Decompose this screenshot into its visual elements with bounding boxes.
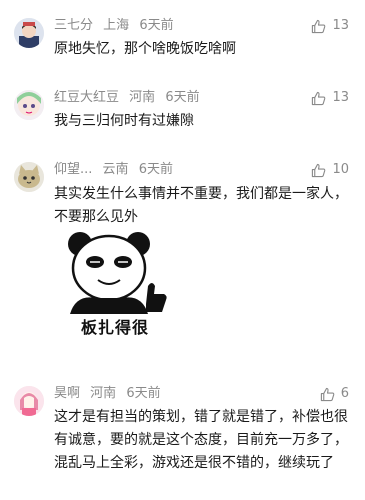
avatar-anime-girl-icon[interactable] <box>14 90 44 120</box>
like-button[interactable]: 13 <box>311 89 349 107</box>
comment-text: 我与三归何时有过嫌隙 <box>54 113 194 129</box>
comment-meta: 三七分 上海 6天前 <box>54 17 174 35</box>
comment-meta: 昊啊 河南 6天前 <box>54 385 161 403</box>
location: 河南 <box>90 386 117 401</box>
comment-meta: 仰望... 云南 6天前 <box>54 161 173 179</box>
comment-text: 其实发生什么事情并不重要，我们都是一家人，不要那么见外 <box>54 186 348 225</box>
avatar-cat-icon[interactable] <box>14 162 44 192</box>
comment-meta: 红豆大红豆 河南 6天前 <box>54 89 200 107</box>
thumbs-up-icon <box>312 19 326 33</box>
like-count: 10 <box>332 162 349 177</box>
timestamp: 6天前 <box>126 386 161 401</box>
location: 河南 <box>129 90 156 105</box>
timestamp: 6天前 <box>139 18 174 33</box>
timestamp: 6天前 <box>138 162 173 177</box>
thumbs-up-icon <box>312 91 326 105</box>
panda-meme-sticker[interactable]: 板扎得很 <box>56 228 174 346</box>
username[interactable]: 仰望... <box>54 162 92 177</box>
username[interactable]: 三七分 <box>54 18 93 33</box>
avatar-pink-girl-icon[interactable] <box>14 386 44 416</box>
like-button[interactable]: 13 <box>311 17 349 35</box>
avatar-boy-icon[interactable] <box>14 18 44 48</box>
location: 上海 <box>103 18 130 33</box>
thumbs-up-icon <box>312 163 326 177</box>
comment-text: 这才是有担当的策划，错了就是错了，补偿也很有诚意，要的就是这个态度，目前充一万多… <box>54 409 348 471</box>
like-button[interactable]: 6 <box>320 385 349 403</box>
like-count: 6 <box>340 386 349 401</box>
thumbs-up-icon <box>320 387 335 401</box>
sticker-caption: 板扎得很 <box>80 318 149 337</box>
like-count: 13 <box>332 90 349 105</box>
panda-face-icon <box>68 232 167 314</box>
timestamp: 6天前 <box>165 90 200 105</box>
comment-text: 原地失忆，那个啥晚饭吃啥啊 <box>54 41 236 57</box>
location: 云南 <box>102 162 129 177</box>
like-button[interactable]: 10 <box>311 161 349 179</box>
username[interactable]: 昊啊 <box>54 386 80 401</box>
like-count: 13 <box>332 18 349 33</box>
username[interactable]: 红豆大红豆 <box>54 90 119 105</box>
